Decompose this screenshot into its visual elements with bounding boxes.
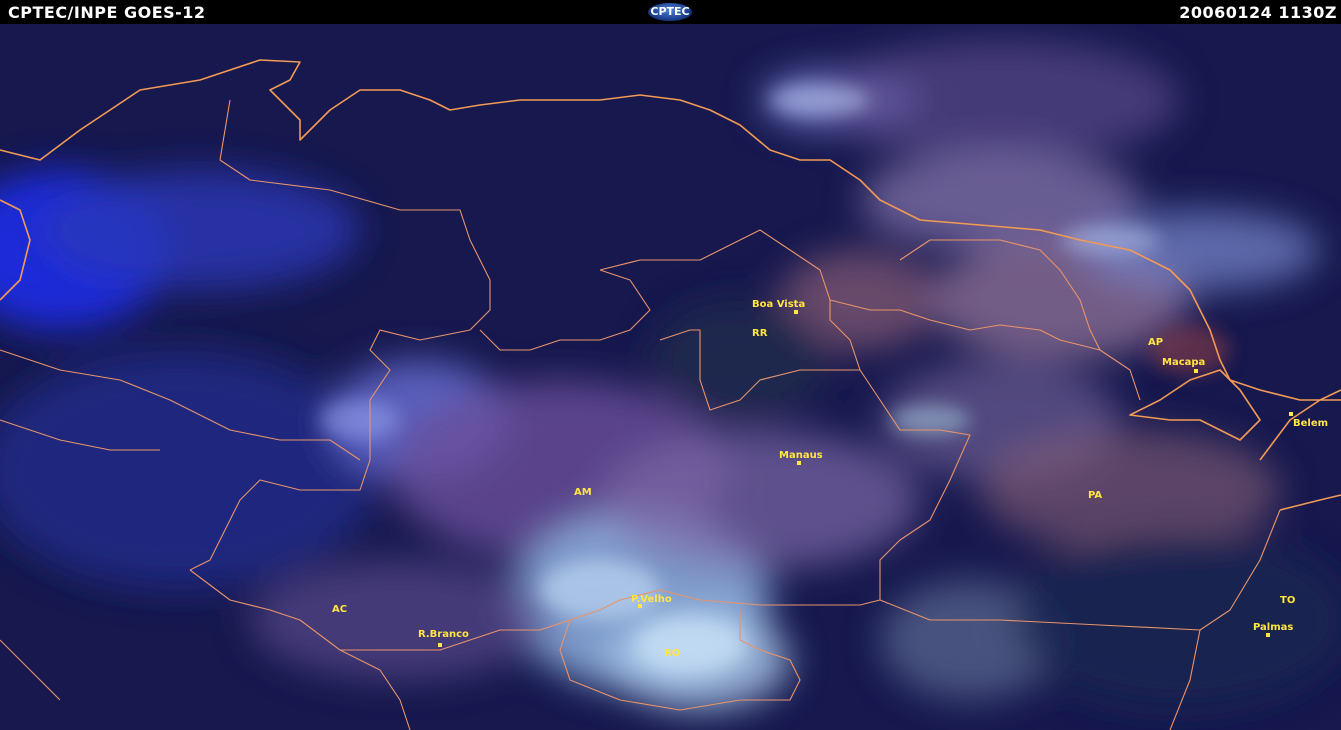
state-label-ro: RO [664,648,680,659]
satellite-map[interactable]: Boa Vista RR AP Macapa Belem Manaus AM P… [0,24,1341,730]
city-marker-boa-vista [794,310,798,314]
city-label-belem: Belem [1293,418,1328,429]
city-marker-macapa [1194,369,1198,373]
city-label-manaus: Manaus [779,450,823,461]
city-marker-p-velho [638,604,642,608]
satellite-image: Boa Vista RR AP Macapa Belem Manaus AM P… [0,24,1341,730]
state-label-pa: PA [1088,490,1102,501]
city-label-palmas: Palmas [1253,622,1293,633]
city-marker-belem [1289,412,1293,416]
city-marker-manaus [797,461,801,465]
timestamp: 20060124 1130Z [1179,3,1337,22]
state-label-ap: AP [1148,337,1163,348]
state-label-rr: RR [752,328,768,339]
state-label-am: AM [574,487,592,498]
city-marker-palmas [1266,633,1270,637]
state-label-ac: AC [332,604,347,615]
cptec-logo-icon: CPTEC [648,3,692,21]
city-label-boa-vista: Boa Vista [752,299,805,310]
city-marker-r-branco [438,643,442,647]
state-label-to: TO [1280,595,1295,606]
source-label: CPTEC/INPE GOES-12 [8,3,206,22]
header-bar: CPTEC/INPE GOES-12 CPTEC 20060124 1130Z [0,0,1341,24]
city-label-p-velho: P.Velho [631,594,672,605]
city-label-macapa: Macapa [1162,357,1205,368]
city-label-r-branco: R.Branco [418,629,469,640]
